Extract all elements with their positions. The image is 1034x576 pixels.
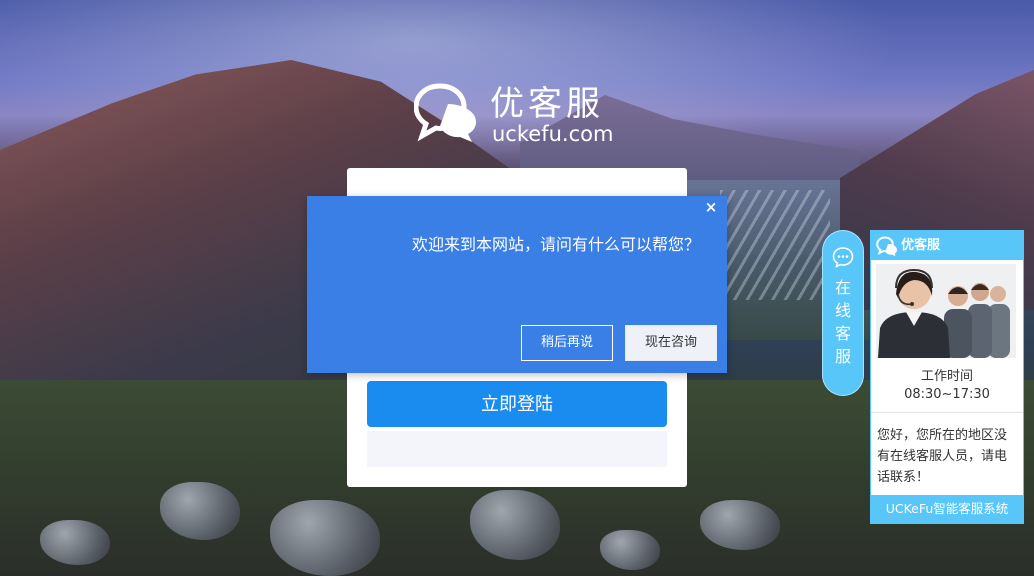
brand-logo: 优客服 uckefu.com (414, 82, 624, 146)
later-button[interactable]: 稍后再说 (521, 325, 613, 361)
online-service-tab[interactable]: 在 线 客 服 (822, 230, 864, 396)
panel-header: 优客服 (871, 231, 1023, 260)
support-team-illustration (876, 264, 1016, 358)
divider (871, 412, 1023, 413)
support-panel: 优客服 工作时间 08:30~17:30 您好，您所在的地区没有在线客服人员，请… (870, 230, 1024, 524)
login-button[interactable]: 立即登陆 (367, 381, 667, 427)
offline-notice: 您好，您所在的地区没有在线客服人员，请电话联系！ (877, 428, 1008, 485)
close-icon[interactable]: × (703, 198, 719, 216)
chat-icon (832, 247, 854, 268)
brand-name: 优客服 (490, 84, 604, 124)
panel-footer-brand[interactable]: UCKeFu智能客服系统 (871, 495, 1023, 523)
welcome-message: 欢迎来到本网站，请问有什么可以帮您？ (412, 235, 701, 254)
login-footer (367, 431, 667, 467)
chat-bubbles-icon (876, 236, 897, 256)
panel-title: 优客服 (901, 238, 941, 253)
welcome-popup: × 欢迎来到本网站，请问有什么可以帮您？ 稍后再说 现在咨询 (307, 196, 727, 373)
support-team-image (876, 264, 1016, 358)
river (720, 190, 830, 300)
brand-domain: uckefu.com (492, 122, 614, 146)
consult-now-button[interactable]: 现在咨询 (625, 325, 717, 361)
online-service-label: 在 线 客 服 (834, 278, 851, 366)
chat-bubbles-icon (414, 83, 476, 142)
work-hours-label: 工作时间 (920, 369, 973, 384)
work-hours-value: 08:30~17:30 (904, 387, 990, 402)
